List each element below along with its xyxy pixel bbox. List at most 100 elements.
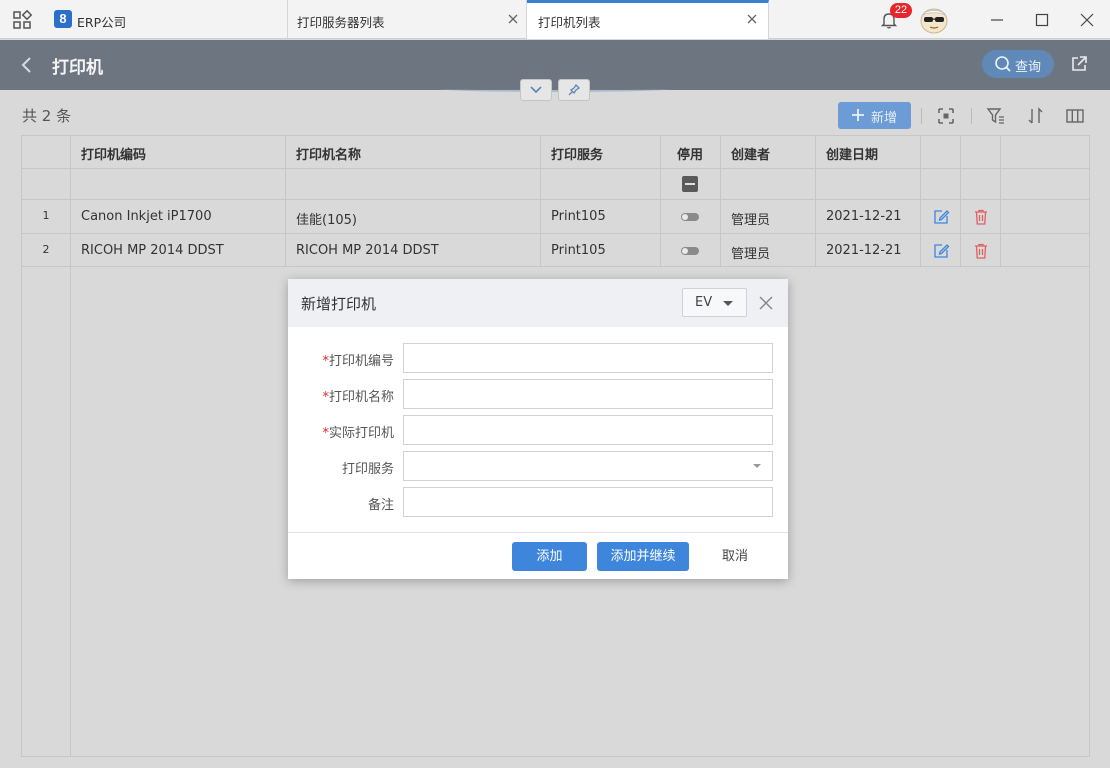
table-row[interactable]: 1 Canon Inkjet iP1700 佳能(105) Print105 管… (22, 200, 1089, 234)
table-header-row: 打印机编码 打印机名称 打印服务 停用 创建者 创建日期 (22, 136, 1089, 169)
add-printer-dialog: 新增打印机 EV *打印机编号 *打印机名称 *实际打印机 打印服务 备注 添加… (288, 279, 788, 579)
column-header-service[interactable]: 打印服务 (541, 136, 661, 168)
cell-text: 2021-12-21 (826, 243, 902, 258)
cell-service: Print105 (541, 200, 661, 233)
header-divider (440, 86, 670, 92)
cell-text: Print105 (551, 209, 606, 224)
column-header-created-date[interactable]: 创建日期 (816, 136, 921, 168)
column-header-disabled[interactable]: 停用 (661, 136, 721, 168)
filter-cell-code[interactable] (71, 169, 286, 199)
print-service-select[interactable] (403, 451, 773, 481)
disabled-toggle[interactable] (681, 247, 699, 255)
column-header-code[interactable]: 打印机编码 (71, 136, 286, 168)
field-label: *实际打印机 (322, 422, 394, 441)
cell-text: Canon Inkjet iP1700 (81, 209, 212, 224)
minimize-icon[interactable] (987, 10, 1007, 30)
column-header-edit (921, 136, 961, 168)
disabled-toggle[interactable] (681, 213, 699, 221)
column-header-delete (961, 136, 1001, 168)
field-label-text: 实际打印机 (328, 426, 394, 441)
query-button[interactable]: 查询 (982, 50, 1054, 78)
printer-name-input[interactable] (403, 379, 773, 409)
filter-cell-date[interactable] (816, 169, 921, 199)
filter-cell-service[interactable] (541, 169, 661, 199)
column-header-label: 停用 (677, 148, 704, 163)
table-row[interactable]: 2 RICOH MP 2014 DDST RICOH MP 2014 DDST … (22, 234, 1089, 267)
cell-edit (921, 200, 961, 233)
cell-delete (961, 234, 1001, 266)
column-header-creator[interactable]: 创建者 (721, 136, 816, 168)
printer-code-input[interactable] (403, 343, 773, 373)
cell-date: 2021-12-21 (816, 200, 921, 233)
filter-cell (961, 169, 1001, 199)
cell-creator: 管理员 (721, 234, 816, 266)
field-label-text: 打印机编号 (328, 354, 394, 369)
close-tab-icon[interactable] (745, 12, 759, 26)
add-confirm-button[interactable]: 添加 (512, 542, 587, 571)
column-header-label: 创建日期 (826, 148, 879, 163)
filter-cell-disabled (661, 169, 721, 199)
cell-edit (921, 234, 961, 266)
cell-disabled (661, 234, 721, 266)
cell-text: RICOH MP 2014 DDST (296, 243, 439, 258)
form-row-actual-printer: *实际打印机 (288, 415, 788, 445)
filter-cell (22, 169, 71, 199)
toolbar-separator (971, 108, 972, 124)
dialog-footer-divider (288, 532, 788, 533)
close-window-icon[interactable] (1077, 10, 1097, 30)
caret-down-icon[interactable] (753, 464, 761, 468)
actual-printer-input[interactable] (403, 415, 773, 445)
edit-icon[interactable] (932, 242, 950, 260)
caret-down-icon (723, 301, 733, 306)
page-title: 打印机 (52, 58, 103, 78)
language-select[interactable]: EV (682, 288, 747, 317)
filter-cell-creator[interactable] (721, 169, 816, 199)
indeterminate-checkbox[interactable] (682, 176, 698, 192)
field-label: 打印服务 (342, 458, 394, 477)
cell-text: 管理员 (731, 247, 771, 262)
user-avatar[interactable] (919, 6, 949, 34)
trash-icon[interactable] (972, 242, 990, 260)
cell-code: Canon Inkjet iP1700 (71, 200, 286, 233)
close-tab-icon[interactable] (506, 12, 520, 26)
share-export-icon[interactable] (1069, 54, 1089, 74)
back-arrow-icon[interactable] (16, 53, 38, 77)
language-select-value: EV (695, 295, 713, 310)
apps-grid-icon[interactable] (12, 10, 32, 30)
add-and-continue-button[interactable]: 添加并继续 (597, 542, 689, 571)
trash-icon[interactable] (972, 208, 990, 226)
cell-text: 管理员 (731, 213, 771, 228)
column-header-name[interactable]: 打印机名称 (286, 136, 541, 168)
collapse-header-button[interactable] (520, 79, 552, 101)
add-button[interactable]: 新增 (838, 102, 911, 129)
maximize-icon[interactable] (1032, 10, 1052, 30)
sort-icon[interactable] (1026, 106, 1046, 126)
search-icon (995, 56, 1011, 72)
remark-input[interactable] (403, 487, 773, 517)
form-row-remark: 备注 (288, 487, 788, 517)
dialog-title: 新增打印机 (301, 295, 377, 313)
columns-icon[interactable] (1065, 106, 1085, 126)
tab-printer-list[interactable]: 打印机列表 (527, 0, 769, 39)
column-header-label: 打印机名称 (296, 148, 362, 163)
cell-delete (961, 200, 1001, 233)
add-button-label: 新增 (871, 111, 898, 126)
cancel-button[interactable]: 取消 (705, 542, 765, 571)
window-titlebar: 8 ERP公司 打印服务器列表 打印机列表 22 (0, 0, 1110, 39)
close-dialog-icon[interactable] (758, 295, 774, 311)
column-header-label: 打印机编码 (81, 148, 147, 163)
tab-print-server-list[interactable]: 打印服务器列表 (288, 0, 527, 39)
edit-icon[interactable] (932, 208, 950, 226)
page-header: 打印机 查询 (0, 40, 1110, 90)
cell-text: 佳能(105) (296, 213, 357, 228)
cell-name: RICOH MP 2014 DDST (286, 234, 541, 266)
fit-screen-icon[interactable] (936, 106, 956, 126)
tab-erp-company[interactable]: 8 ERP公司 (44, 0, 288, 39)
filter-cell-name[interactable] (286, 169, 541, 199)
pin-header-button[interactable] (558, 79, 590, 101)
record-count: 共 2 条 (22, 107, 72, 125)
row-number: 2 (42, 243, 50, 256)
filter-icon[interactable] (986, 106, 1006, 126)
field-label-text: 打印服务 (341, 462, 394, 477)
query-button-label: 查询 (1015, 60, 1042, 75)
